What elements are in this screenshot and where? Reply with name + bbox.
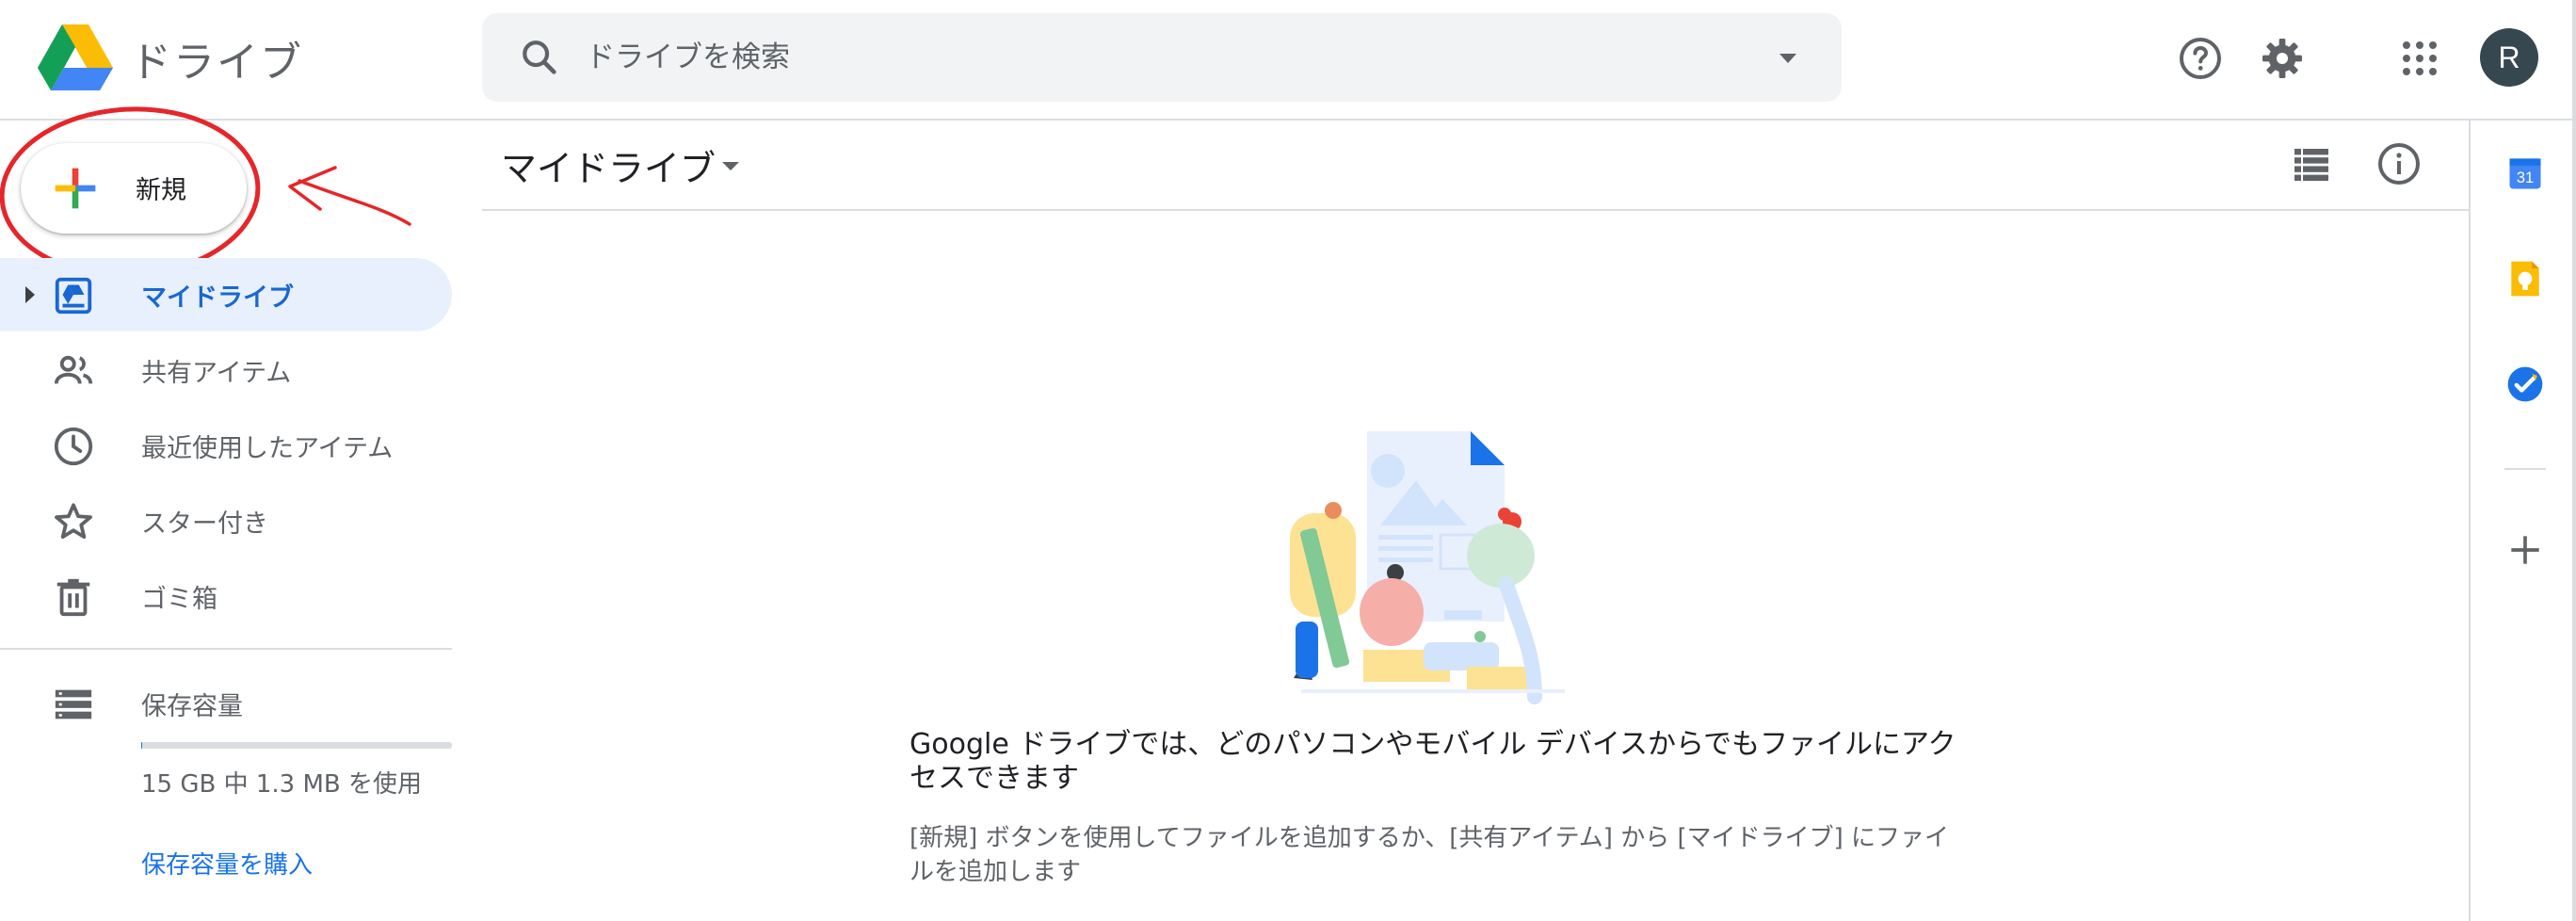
- info-icon[interactable]: [2376, 141, 2422, 186]
- main-divider: [482, 209, 2469, 211]
- storage-usage-fill: [141, 742, 142, 749]
- add-addon-plus-icon[interactable]: [2504, 529, 2546, 571]
- settings-gear-icon[interactable]: [2260, 36, 2305, 81]
- sidebar-item-shared[interactable]: 共有アイテム: [0, 333, 452, 407]
- calendar-icon[interactable]: 31: [2504, 153, 2546, 194]
- sidebar-item-my-drive[interactable]: マイドライブ: [0, 258, 452, 331]
- window-scroll-edge: [2572, 0, 2576, 921]
- star-icon: [55, 503, 92, 540]
- sidebar-item-label: ゴミ箱: [141, 585, 217, 614]
- sidebar-item-label: スター付き: [141, 509, 268, 539]
- shared-people-icon: [54, 355, 93, 384]
- new-button-label: 新規: [136, 176, 186, 205]
- storage-label: 保存容量: [141, 692, 243, 721]
- search-input[interactable]: [586, 13, 1715, 102]
- expand-caret-icon[interactable]: [19, 283, 41, 306]
- buy-storage-link[interactable]: 保存容量を購入: [141, 846, 313, 881]
- calendar-day-number: 31: [2517, 170, 2534, 186]
- empty-state-heading: Google ドライブでは、どのパソコンやモバイル デバイスからでもファイルにア…: [910, 728, 1956, 795]
- keep-bulb-icon[interactable]: [2504, 258, 2546, 299]
- side-panel-separator: [2504, 468, 2546, 470]
- storage-usage-text: 15 GB 中 1.3 MB を使用: [141, 770, 423, 799]
- new-button[interactable]: 新規: [21, 143, 247, 234]
- main-title-my-drive[interactable]: マイドライブ: [501, 139, 716, 191]
- tasks-check-icon[interactable]: [2504, 364, 2546, 405]
- top-header: ドライブ ドライブを検索 R: [0, 0, 2576, 121]
- plus-icon: [55, 168, 96, 209]
- account-avatar[interactable]: R: [2480, 28, 2538, 87]
- chevron-down-icon[interactable]: [717, 156, 744, 175]
- search-icon[interactable]: [518, 36, 561, 79]
- drive-logo-icon[interactable]: [38, 24, 113, 90]
- apps-grid-icon[interactable]: [2397, 36, 2442, 81]
- sidebar-item-starred[interactable]: スター付き: [0, 484, 452, 557]
- app-title[interactable]: ドライブ: [130, 28, 303, 89]
- side-panel-border: [2469, 119, 2471, 921]
- storage-usage-bar: [141, 742, 452, 749]
- sidebar-item-storage[interactable]: 保存容量: [0, 667, 452, 740]
- empty-state-description: [新規] ボタンを使用してファイルを追加するか、[共有アイテム] から [マイド…: [910, 824, 1950, 886]
- help-icon[interactable]: [2178, 36, 2223, 81]
- list-view-icon[interactable]: [2289, 141, 2334, 186]
- search-options-dropdown-icon[interactable]: [1772, 43, 1804, 72]
- sidebar-divider: [0, 648, 452, 650]
- sidebar-item-trash[interactable]: ゴミ箱: [0, 559, 452, 633]
- sidebar-item-label: マイドライブ: [141, 283, 294, 313]
- trash-icon: [56, 578, 90, 617]
- storage-icon: [55, 689, 92, 719]
- search-bar[interactable]: [482, 13, 1842, 102]
- sidebar-item-label: 最近使用したアイテム: [141, 434, 394, 463]
- my-drive-icon: [55, 277, 92, 315]
- clock-icon: [54, 427, 93, 466]
- sidebar-item-label: 共有アイテム: [141, 359, 292, 388]
- empty-drive-illustration: [1290, 431, 1565, 704]
- sidebar-item-recent[interactable]: 最近使用したアイテム: [0, 409, 452, 482]
